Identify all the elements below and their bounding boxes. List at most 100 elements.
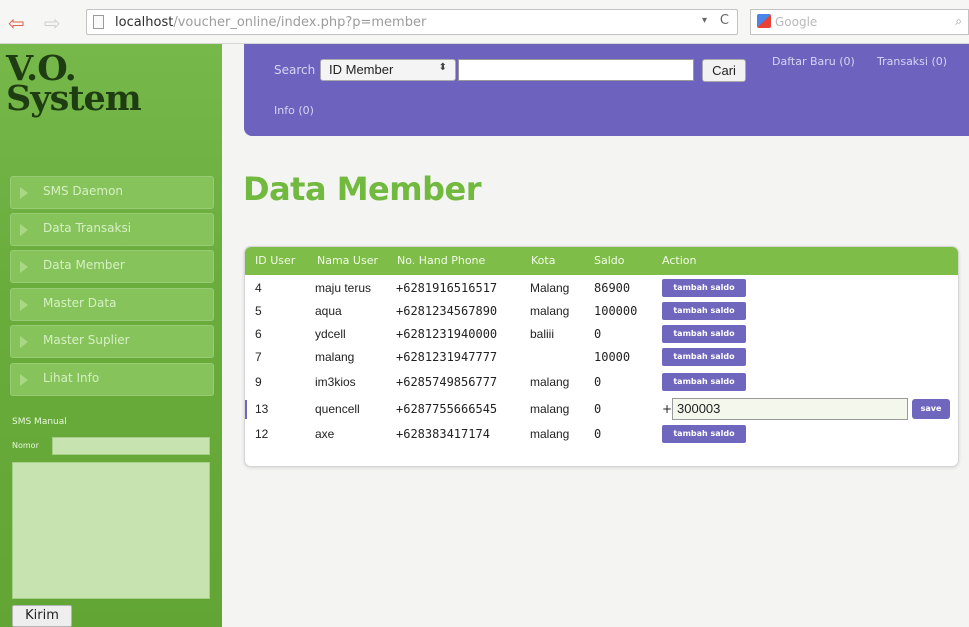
sms-manual-heading: SMS Manual <box>12 417 67 427</box>
row-cursor-marker <box>245 400 247 419</box>
back-arrow-icon[interactable]: ⇦ <box>8 13 25 33</box>
cell-id: 7 <box>255 350 262 364</box>
arrow-icon <box>20 336 28 348</box>
cell-saldo: 0 <box>594 402 602 416</box>
header-bar: Search : ID Member ⬍ Cari Daftar Baru (0… <box>244 44 969 136</box>
cell-id: 12 <box>255 427 269 441</box>
column-header: Nama User <box>317 254 378 267</box>
cell-id: 5 <box>255 304 262 318</box>
tambah-saldo-button[interactable]: tambah saldo <box>662 425 746 443</box>
google-icon <box>757 14 771 28</box>
table-header: ID User Nama User No. Hand Phone Kota Sa… <box>245 247 958 275</box>
cari-button[interactable]: Cari <box>702 59 746 82</box>
page: ⇦ ⇨ localhost/voucher_online/index.php?p… <box>0 0 969 627</box>
search-placeholder: Google <box>775 15 818 29</box>
cell-nama: malang <box>315 350 355 364</box>
arrow-icon <box>20 187 28 199</box>
search-field-value: ID Member <box>329 62 394 77</box>
sidebar-item-label: Data Transaksi <box>43 221 132 235</box>
sidebar-item-label: Lihat Info <box>43 371 100 385</box>
url-text: localhost/voucher_online/index.php?p=mem… <box>115 15 427 30</box>
page-title: Data Member <box>243 170 481 208</box>
table-row: 9 im3kios +6285749856777 malang 0 tambah… <box>245 372 958 393</box>
table-row: 4 maju terus +6281916516517 Malang 86900… <box>245 278 958 299</box>
cell-hp: +6285749856777 <box>396 375 498 389</box>
cell-hp: +6281916516517 <box>396 281 498 295</box>
arrow-icon <box>20 374 28 386</box>
table-row: 12 axe +628383417174 malang 0 tambah sal… <box>245 424 958 445</box>
column-header: Saldo <box>594 254 625 267</box>
url-dropdown-icon[interactable]: ▾ <box>702 15 707 26</box>
arrow-icon <box>20 261 28 273</box>
sidebar-item-lihat-info[interactable]: Lihat Info <box>10 363 214 396</box>
column-header: ID User <box>255 254 296 267</box>
tambah-saldo-button[interactable]: tambah saldo <box>662 302 746 320</box>
sidebar-item-sms-daemon[interactable]: SMS Daemon <box>10 176 214 209</box>
cell-nama: ydcell <box>315 327 346 341</box>
page-icon <box>93 15 104 29</box>
cell-nama: im3kios <box>315 375 356 389</box>
cell-kota: malang <box>530 427 570 441</box>
table-row: 7 malang +6281231947777 10000 tambah sal… <box>245 347 958 368</box>
reload-icon[interactable]: C <box>720 13 729 28</box>
cell-kota: Malang <box>530 281 570 295</box>
member-table: ID User Nama User No. Hand Phone Kota Sa… <box>244 246 959 467</box>
daftar-baru-link[interactable]: Daftar Baru (0) <box>772 55 855 68</box>
cell-nama: aqua <box>315 304 342 318</box>
transaksi-link[interactable]: Transaksi (0) <box>877 55 947 68</box>
cell-nama: axe <box>315 427 335 441</box>
table-row: 6 ydcell +6281231940000 baliii 0 tambah … <box>245 324 958 345</box>
nomor-label: Nomor <box>12 441 39 450</box>
sidebar-item-master-data[interactable]: Master Data <box>10 288 214 321</box>
address-bar[interactable]: localhost/voucher_online/index.php?p=mem… <box>86 9 738 35</box>
cell-saldo: 10000 <box>594 350 631 364</box>
cell-id: 6 <box>255 327 262 341</box>
column-header: Action <box>662 254 697 267</box>
sidebar-item-master-suplier[interactable]: Master Suplier <box>10 325 214 358</box>
cell-hp: +6281234567890 <box>396 304 498 318</box>
arrow-icon <box>20 224 28 236</box>
cell-kota: malang <box>530 402 570 416</box>
browser-toolbar: ⇦ ⇨ localhost/voucher_online/index.php?p… <box>0 0 969 44</box>
search-field-select[interactable]: ID Member ⬍ <box>320 59 456 81</box>
cell-kota: malang <box>530 304 570 318</box>
column-header: Kota <box>531 254 556 267</box>
tambah-saldo-button[interactable]: tambah saldo <box>662 373 746 391</box>
select-arrows-icon: ⬍ <box>438 62 447 73</box>
search-input[interactable] <box>458 59 694 81</box>
forward-arrow-icon[interactable]: ⇨ <box>44 13 61 33</box>
cell-saldo: 100000 <box>594 304 638 318</box>
nomor-input[interactable] <box>52 437 210 455</box>
sidebar-item-label: Master Suplier <box>43 333 130 347</box>
arrow-icon <box>20 299 28 311</box>
cell-saldo: 0 <box>594 327 602 341</box>
sidebar-item-data-transaksi[interactable]: Data Transaksi <box>10 213 214 246</box>
sidebar-item-data-member[interactable]: Data Member <box>10 250 214 283</box>
tambah-saldo-button[interactable]: tambah saldo <box>662 348 746 366</box>
table-row: 13 quencell +6287755666545 malang 0 + 30… <box>245 398 958 420</box>
cell-kota: baliii <box>530 327 555 341</box>
cell-hp: +6287755666545 <box>396 402 498 416</box>
cell-hp: +628383417174 <box>396 427 490 441</box>
cell-saldo: 0 <box>594 427 602 441</box>
info-link[interactable]: Info (0) <box>274 104 314 117</box>
sidebar-item-label: Data Member <box>43 258 125 272</box>
tambah-saldo-button[interactable]: tambah saldo <box>662 325 746 343</box>
browser-search-box[interactable]: Google ⌕ <box>750 9 969 35</box>
sidebar: V.O. System SMS Daemon Data Transaksi Da… <box>0 44 222 627</box>
cell-hp: +6281231947777 <box>396 350 498 364</box>
logo: V.O. System <box>6 51 142 119</box>
save-button[interactable]: save <box>912 399 950 419</box>
cell-kota: malang <box>530 375 570 389</box>
tambah-saldo-button[interactable]: tambah saldo <box>662 279 746 297</box>
sidebar-item-label: Master Data <box>43 296 117 310</box>
cell-id: 4 <box>255 281 262 295</box>
logo-line2: System <box>6 78 142 119</box>
tambah-saldo-input[interactable]: 300003 <box>672 398 908 420</box>
search-icon[interactable]: ⌕ <box>955 14 962 29</box>
sidebar-item-label: SMS Daemon <box>43 184 124 198</box>
plus-sign: + <box>662 402 673 416</box>
column-header: No. Hand Phone <box>397 254 486 267</box>
sms-message-textarea[interactable] <box>12 462 210 599</box>
kirim-button[interactable]: Kirim <box>12 605 72 627</box>
